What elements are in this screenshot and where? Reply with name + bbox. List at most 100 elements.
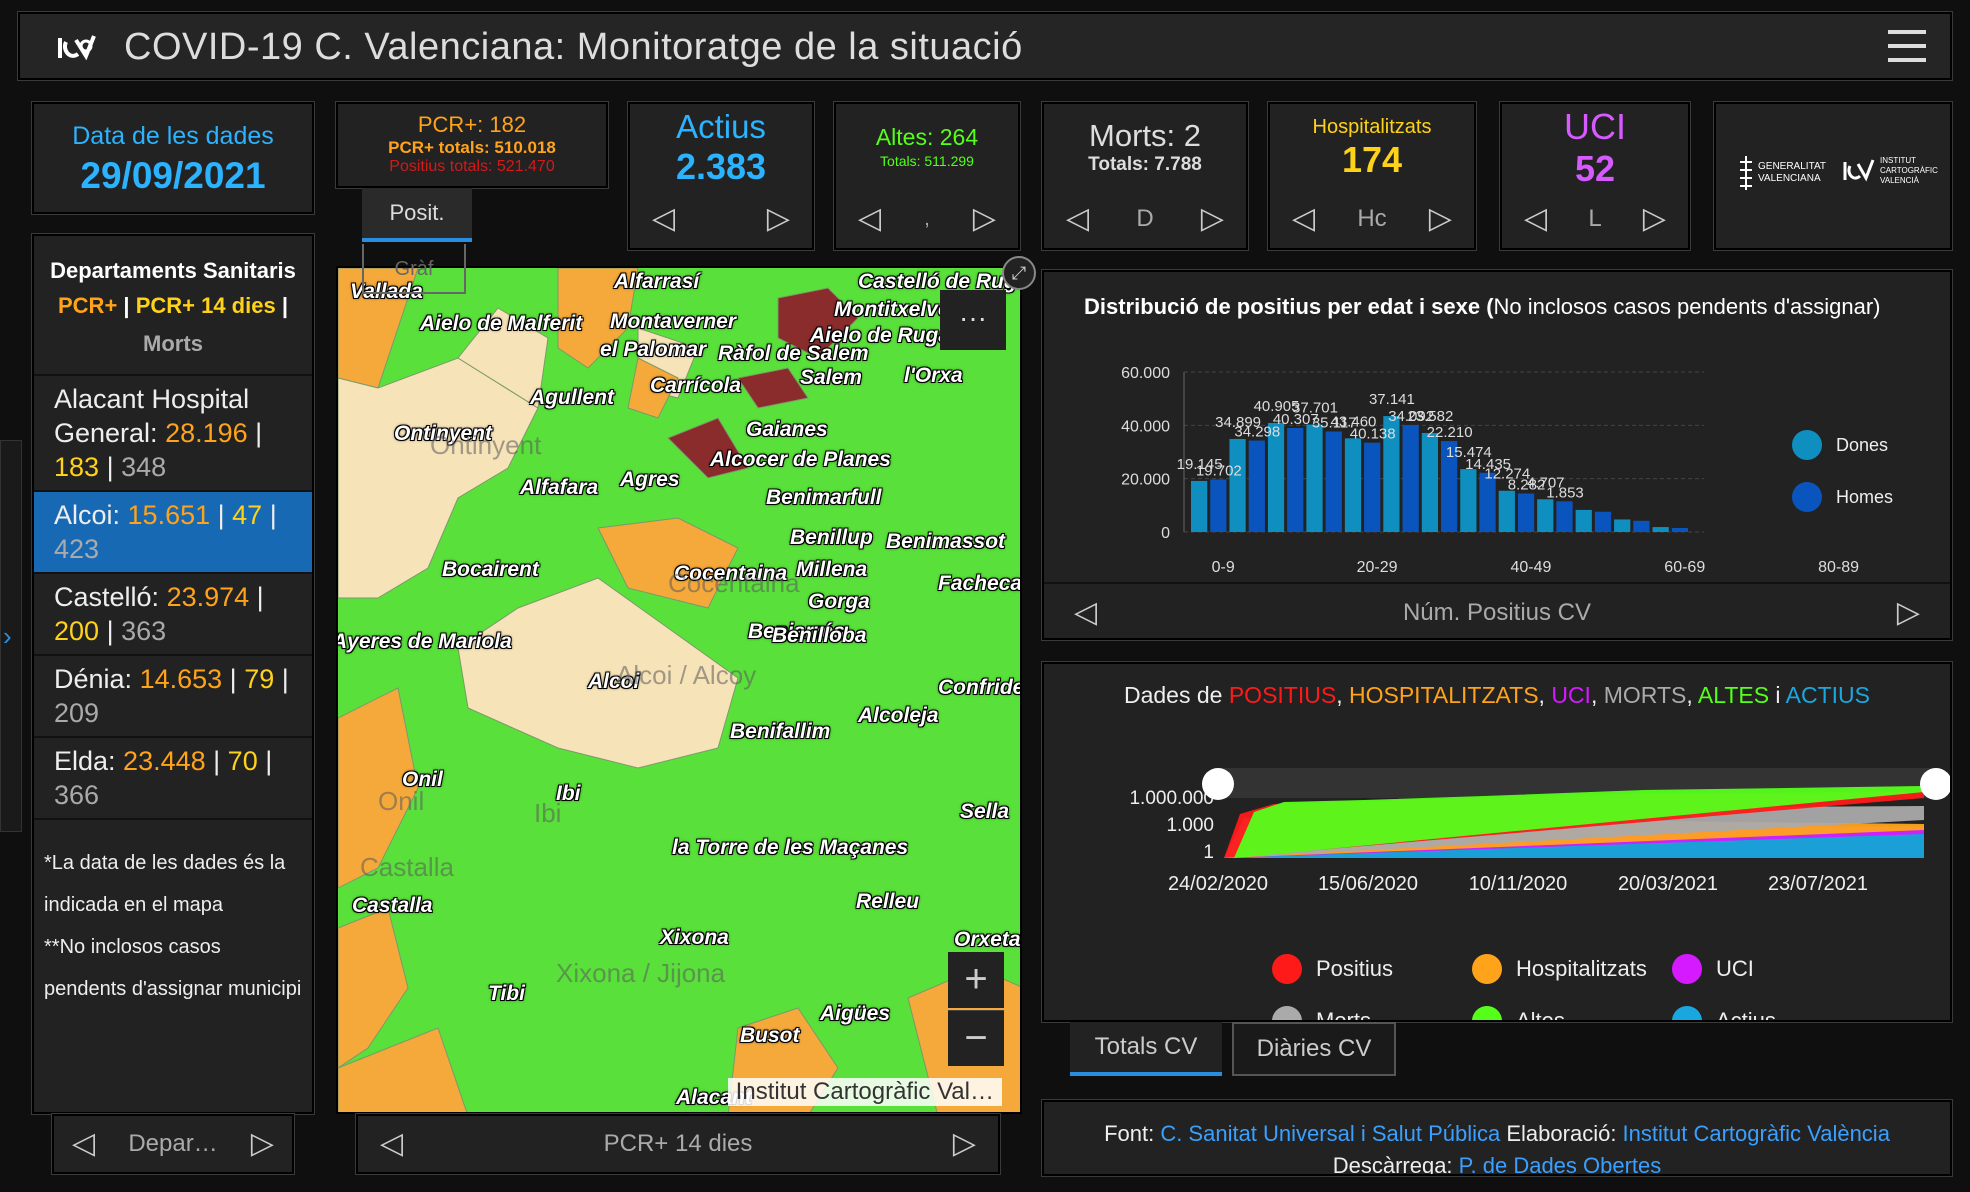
uci-nav-label: L (1588, 205, 1602, 232)
age-chart-title: Distribució de positius per edat i sexe … (1084, 294, 1881, 319)
ts-legend-item[interactable]: Altes (1472, 1006, 1565, 1020)
altes-prev-arrow-icon[interactable]: ◁ (858, 204, 881, 234)
departments-next-arrow-icon[interactable]: ▷ (251, 1129, 274, 1159)
bar-homes[interactable] (1517, 493, 1535, 532)
age-chart-nav: ◁ Núm. Positius CV ▷ (1044, 582, 1950, 642)
dones-legend-swatch (1792, 430, 1822, 460)
ts-x-tick-label: 20/03/2021 (1618, 873, 1718, 895)
department-item[interactable]: Dénia: 14.653 | 79 | 209 (34, 656, 312, 738)
map-place-label: Millena (796, 558, 868, 581)
age-chart-next-arrow-icon[interactable]: ▷ (1897, 598, 1920, 628)
bar-dones[interactable] (1537, 499, 1554, 532)
pcr-tab-graf[interactable]: Gràf (362, 244, 466, 294)
morts-card: Morts: 2 Totals: 7.788 ◁ D ▷ (1042, 102, 1248, 250)
age-chart-nav-label: Núm. Positius CV (1402, 599, 1592, 626)
department-item[interactable]: Elda: 23.448 | 70 | 366 (34, 738, 312, 820)
chevron-right-icon: › (3, 621, 12, 651)
map-place-label: Busot (740, 1024, 800, 1047)
bar-homes[interactable] (1248, 440, 1265, 532)
actius-next-arrow-icon[interactable]: ▷ (767, 204, 790, 234)
morts-prev-arrow-icon[interactable]: ◁ (1066, 204, 1089, 234)
hospitalitzats-card: Hospitalitzats 174 ◁ Hc ▷ (1268, 102, 1476, 250)
timeseries-chart-panel: Dades de POSITIUS, HOSPITALITZATS, UCI, … (1042, 662, 1952, 1022)
bar-dones[interactable] (1460, 469, 1477, 532)
legend-swatch (1272, 1006, 1302, 1020)
bar-dones[interactable] (1652, 527, 1669, 532)
map-menu-button[interactable]: ··· (940, 290, 1006, 350)
link-icv[interactable]: Institut Cartogràfic València (1623, 1121, 1890, 1146)
map-zoom-out-button[interactable]: − (948, 1010, 1004, 1066)
bar-homes[interactable] (1633, 520, 1650, 532)
altes-next-arrow-icon[interactable]: ▷ (973, 204, 996, 234)
map-place-label: Alfarrasí (614, 270, 700, 293)
bar-homes[interactable] (1594, 511, 1612, 532)
icv-logo: INSTITUT CARTOGRÀFIC VALENCIÀ (1842, 156, 1938, 186)
bar-dones[interactable] (1421, 432, 1438, 532)
bar-dones[interactable] (1614, 519, 1631, 532)
map-town-label: Ontinyent (430, 430, 542, 460)
x-tick-label: 0-9 (1212, 559, 1235, 572)
legend-homes[interactable]: Homes (1792, 482, 1893, 512)
bar-dones[interactable] (1306, 424, 1323, 532)
ts-legend-item[interactable]: UCI (1672, 954, 1754, 984)
bar-homes[interactable] (1364, 442, 1381, 532)
map-place-label: Agullent (530, 386, 614, 409)
bar-homes[interactable] (1325, 431, 1342, 532)
header-bar: COVID-19 C. Valenciana: Monitoratge de l… (18, 12, 1952, 80)
map-place-label: Orxeta (954, 928, 1021, 951)
positius-total: Positius totals: 521.470 (389, 158, 555, 175)
ts-legend-item[interactable]: Hospitalitzats (1472, 954, 1647, 984)
homes-legend-swatch (1792, 482, 1822, 512)
uci-prev-arrow-icon[interactable]: ◁ (1524, 204, 1547, 234)
side-panel-toggle[interactable]: › (0, 440, 22, 832)
age-chart-prev-arrow-icon[interactable]: ◁ (1074, 598, 1097, 628)
bar-homes[interactable] (1402, 424, 1419, 532)
bar-homes[interactable] (1287, 428, 1304, 532)
morts-next-arrow-icon[interactable]: ▷ (1201, 204, 1224, 234)
bar-dones[interactable] (1344, 438, 1362, 532)
range-start-handle[interactable] (1202, 768, 1234, 800)
bar-homes[interactable] (1671, 528, 1688, 532)
morts-label: Morts: 2 (1089, 118, 1201, 153)
departments-list: Alacant Hospital General: 28.196 | 183 |… (34, 376, 312, 820)
departments-title: Departaments Sanitaris (50, 258, 296, 283)
ts-legend-item[interactable]: Positius (1272, 954, 1393, 984)
hosp-next-arrow-icon[interactable]: ▷ (1429, 204, 1452, 234)
ts-legend-item[interactable]: Morts (1272, 1006, 1371, 1020)
map-panel[interactable]: Vallada Alfarrasí Castelló de Rugat Montitx… (336, 266, 1022, 1114)
bar-dones[interactable] (1191, 480, 1208, 532)
map-zoom-in-button[interactable]: + (948, 952, 1004, 1008)
departments-prev-arrow-icon[interactable]: ◁ (72, 1129, 95, 1159)
bar-dones[interactable] (1498, 490, 1515, 532)
pcr-daily: PCR+: 182 (417, 112, 527, 137)
altes-total: Totals: 511.299 (880, 153, 974, 169)
ts-legend-item[interactable]: Actius (1672, 1006, 1776, 1020)
legend-dones[interactable]: Dones (1792, 430, 1888, 460)
tab-diaries-cv[interactable]: Diàries CV (1232, 1022, 1396, 1076)
map-town-label: Cocentaina (668, 568, 800, 598)
map-place-label: Benilloba (772, 624, 867, 647)
map-region[interactable] (737, 367, 809, 409)
bar-homes[interactable] (1556, 501, 1573, 532)
department-item[interactable]: Alacant Hospital General: 28.196 | 183 |… (34, 376, 312, 492)
bar-homes[interactable] (1210, 479, 1227, 532)
timeseries-area-chart[interactable]: 1.000.000 1.000 1 24/02/2020 15/06/2020 10/11… (1044, 758, 1950, 958)
tab-totals-cv[interactable]: Totals CV (1070, 1022, 1222, 1076)
bar-dones[interactable] (1229, 438, 1246, 532)
uci-next-arrow-icon[interactable]: ▷ (1643, 204, 1666, 234)
age-bar-chart[interactable]: 60.00040.00020.000019.14519.70234.89934.… (1044, 362, 1944, 572)
department-item[interactable]: Alcoi: 15.651 | 47 | 423 (34, 492, 312, 574)
hamburger-menu-icon[interactable] (1888, 28, 1928, 64)
pcr-tab-posit[interactable]: Posit. (362, 188, 472, 242)
hosp-prev-arrow-icon[interactable]: ◁ (1292, 204, 1315, 234)
link-sanitat[interactable]: C. Sanitat Universal i Salut Pública (1160, 1121, 1500, 1146)
map-attribution[interactable]: Institut Cartogràfic Val… (727, 1078, 1002, 1106)
bar-dones[interactable] (1575, 509, 1592, 532)
map-next-arrow-icon[interactable]: ▷ (953, 1129, 976, 1159)
map-expand-icon[interactable]: ⤢ (1002, 256, 1036, 290)
department-item[interactable]: Castelló: 23.974 | 200 | 363 (34, 574, 312, 656)
map-prev-arrow-icon[interactable]: ◁ (380, 1129, 403, 1159)
actius-prev-arrow-icon[interactable]: ◁ (652, 204, 675, 234)
link-dades-obertes[interactable]: P. de Dades Obertes (1459, 1153, 1662, 1174)
map-place-label: Montitxelvo (834, 298, 951, 321)
